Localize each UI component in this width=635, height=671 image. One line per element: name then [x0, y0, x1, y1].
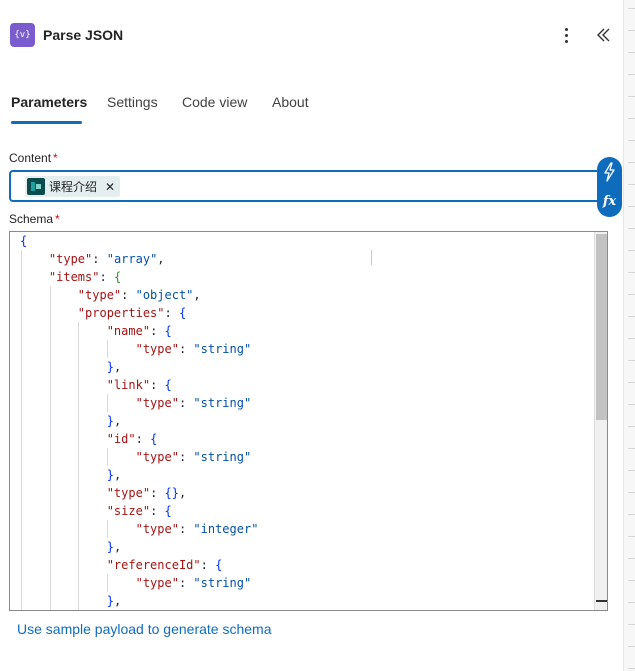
- parse-json-panel: {v} Parse JSON Parameters Settings Code …: [0, 0, 623, 671]
- canvas-grid-dash: [628, 426, 635, 427]
- canvas-grid-dash: [628, 514, 635, 515]
- code-line: "type": "string": [135, 342, 252, 356]
- schema-label-text: Schema: [9, 212, 54, 226]
- required-marker: *: [53, 151, 58, 165]
- canvas-grid-dash: [628, 448, 635, 449]
- schema-label: Schema *: [9, 212, 60, 226]
- more-options-button[interactable]: [557, 24, 577, 46]
- canvas-grid-dash: [628, 470, 635, 471]
- code-line: "size": {: [106, 504, 172, 518]
- canvas-grid-dash: [628, 668, 635, 669]
- tab-bar: Parameters Settings Code view About: [0, 84, 623, 124]
- canvas-grid-dash: [628, 602, 635, 603]
- canvas-grid-dash: [628, 118, 635, 119]
- canvas-grid-dash: [628, 250, 635, 251]
- canvas-grid-dash: [628, 382, 635, 383]
- content-label: Content *: [9, 151, 58, 165]
- canvas-grid-dash: [628, 52, 635, 53]
- code-line: },: [106, 414, 122, 428]
- canvas-grid-dash: [628, 404, 635, 405]
- active-tab-indicator: [11, 121, 82, 124]
- canvas-edge: [623, 0, 635, 671]
- canvas-grid-dash: [628, 360, 635, 361]
- canvas-grid-dash: [628, 228, 635, 229]
- tab-settings[interactable]: Settings: [107, 94, 158, 110]
- canvas-grid-dash: [628, 316, 635, 317]
- code-line: },: [106, 360, 122, 374]
- code-line: "id": {: [106, 432, 158, 446]
- code-line: },: [106, 468, 122, 482]
- scrollbar-thumb[interactable]: [596, 234, 607, 420]
- canvas-grid-dash: [628, 492, 635, 493]
- content-label-text: Content: [9, 151, 52, 165]
- canvas-grid-dash: [628, 294, 635, 295]
- code-line: },: [106, 540, 122, 554]
- code-line: "type": "array",: [48, 252, 165, 266]
- canvas-grid-dash: [628, 96, 635, 97]
- collapse-panel-button[interactable]: [593, 24, 615, 46]
- code-line: },: [106, 594, 122, 608]
- code-line: "type": "integer": [135, 522, 259, 536]
- tab-code-view[interactable]: Code view: [182, 94, 247, 110]
- code-line: "referenceId": {: [106, 558, 223, 572]
- canvas-grid-dash: [628, 580, 635, 581]
- code-line: "name": {: [106, 324, 172, 338]
- canvas-grid-dash: [628, 338, 635, 339]
- expression-button[interactable]: fx: [597, 187, 622, 217]
- canvas-grid-dash: [628, 184, 635, 185]
- scroll-position-marker: [596, 600, 607, 602]
- schema-code-area[interactable]: { "type": "array", "items": { "type": "o…: [10, 232, 594, 610]
- canvas-grid-dash: [628, 646, 635, 647]
- code-line: {: [20, 234, 28, 248]
- code-line: "link": {: [106, 378, 172, 392]
- canvas-grid-dash: [628, 536, 635, 537]
- use-sample-payload-link[interactable]: Use sample payload to generate schema: [17, 621, 271, 637]
- panel-title: Parse JSON: [43, 27, 124, 43]
- code-line: "type": "string": [135, 396, 252, 410]
- more-dot-icon: [565, 28, 568, 31]
- code-line: "items": {: [48, 270, 122, 284]
- parse-json-app-icon: {v}: [10, 23, 35, 47]
- canvas-grid-dash: [628, 74, 635, 75]
- canvas-grid-dash: [628, 8, 635, 9]
- code-line: "type": {},: [106, 486, 187, 500]
- canvas-grid-dash: [628, 558, 635, 559]
- content-input[interactable]: 课程介绍 ✕: [9, 170, 602, 202]
- more-dot-icon: [565, 34, 568, 37]
- canvas-grid-dash: [628, 272, 635, 273]
- schema-scrollbar[interactable]: [594, 232, 607, 610]
- lightning-icon: [604, 162, 615, 182]
- token-remove-icon[interactable]: ✕: [105, 180, 115, 194]
- text-cursor: [371, 250, 372, 265]
- panel-header: {v} Parse JSON: [0, 0, 623, 70]
- more-dot-icon: [565, 40, 568, 43]
- dynamic-content-token[interactable]: 课程介绍 ✕: [25, 176, 121, 197]
- tab-about[interactable]: About: [272, 94, 309, 110]
- double-chevron-left-icon: [597, 28, 610, 42]
- required-marker: *: [55, 212, 60, 226]
- token-label: 课程介绍: [49, 180, 98, 194]
- dynamic-content-button[interactable]: [597, 157, 622, 187]
- canvas-grid-dash: [628, 162, 635, 163]
- canvas-grid-dash: [628, 30, 635, 31]
- canvas-grid-dash: [628, 206, 635, 207]
- code-line: "type": "object",: [77, 288, 201, 302]
- code-line: "type": "string": [135, 450, 252, 464]
- dataverse-table-icon: [27, 178, 45, 195]
- schema-editor[interactable]: { "type": "array", "items": { "type": "o…: [9, 231, 608, 611]
- tab-parameters[interactable]: Parameters: [11, 94, 87, 110]
- canvas-grid-dash: [628, 140, 635, 141]
- insert-tools: fx: [597, 157, 622, 217]
- canvas-grid-dash: [628, 624, 635, 625]
- code-line: "type": "string": [135, 576, 252, 590]
- code-line: "properties": {: [77, 306, 187, 320]
